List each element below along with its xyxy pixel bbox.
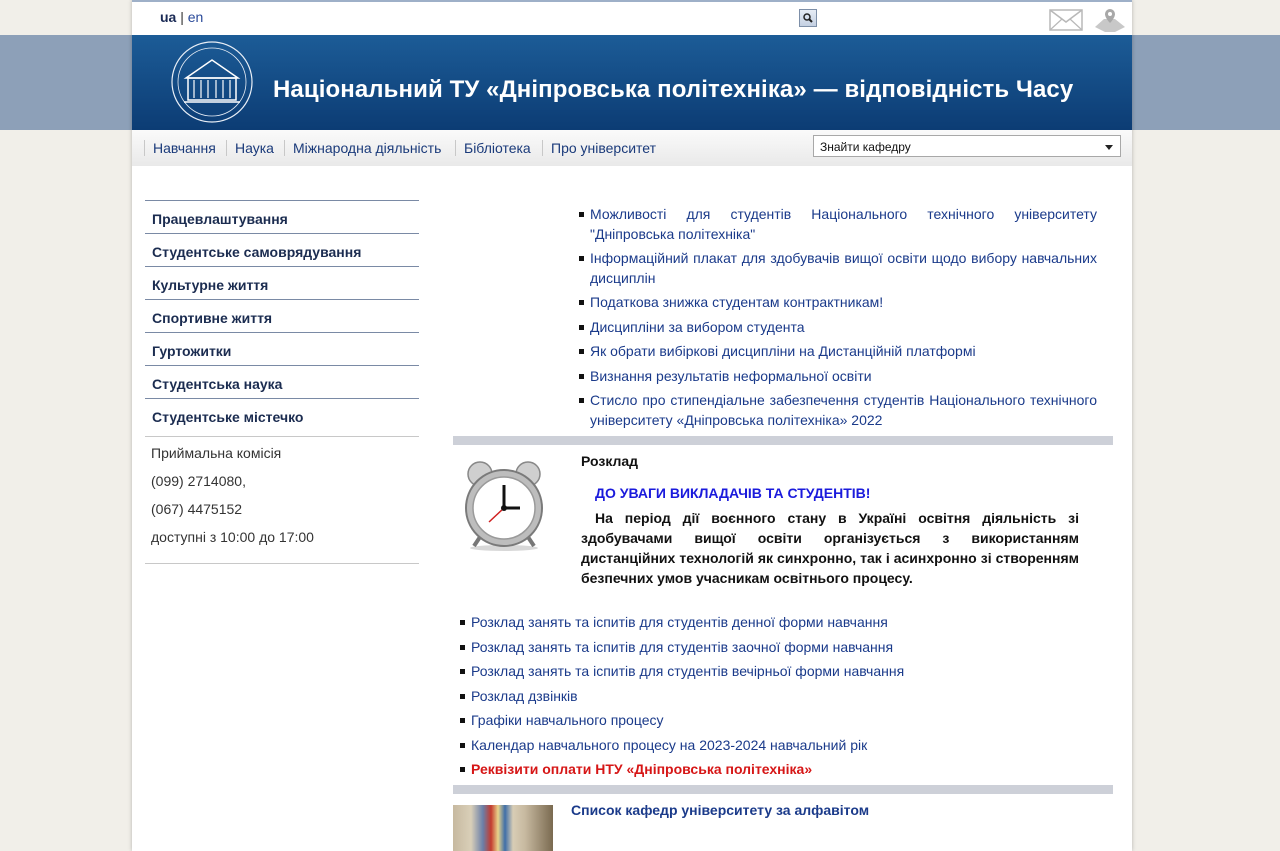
schedule-links: Розклад занять та іспитів для студентів … — [459, 613, 1079, 785]
news-item[interactable]: Інформаційний плакат для здобувачів вищо… — [578, 249, 1097, 288]
schedule-link[interactable]: Розклад занять та іспитів для студентів … — [459, 613, 1079, 633]
news-item[interactable]: Можливості для студентів Національного т… — [578, 205, 1097, 244]
notice-heading: ДО УВАГИ ВИКЛАДАЧІВ ТА СТУДЕНТІВ! — [595, 485, 871, 501]
map-icon[interactable] — [1093, 7, 1127, 33]
department-select-value: Знайти кафедру — [820, 140, 911, 154]
department-search-select[interactable]: Знайти кафедру — [813, 135, 1121, 157]
news-list: Можливості для студентів Національного т… — [578, 205, 1097, 435]
news-item[interactable]: Визнання результатів неформальної освіти — [578, 367, 1097, 387]
nav-item-study[interactable]: Навчання — [144, 140, 216, 156]
university-seal-logo[interactable] — [160, 38, 264, 126]
schedule-link[interactable]: Календар навчального процесу на 2023-202… — [459, 736, 1079, 756]
schedule-link[interactable]: Розклад занять та іспитів для студентів … — [459, 638, 1079, 658]
lang-en-link[interactable]: en — [188, 9, 204, 25]
sidebar-item-self-government[interactable]: Студентське самоврядування — [145, 233, 419, 266]
lang-ua-link[interactable]: ua — [160, 9, 176, 25]
top-bar: ua | en — [132, 0, 1132, 35]
departments-list-link[interactable]: Список кафедр університету за алфавітом — [571, 802, 869, 818]
sidebar: Працевлаштування Студентське самоврядува… — [145, 200, 419, 564]
mail-icon[interactable] — [1049, 9, 1083, 31]
nav-item-science[interactable]: Наука — [226, 140, 274, 156]
admissions-info: Приймальна комісія (099) 2714080, (067) … — [145, 436, 419, 564]
admissions-phone-2: (067) 4475152 — [151, 501, 243, 517]
notice-body: На період дії воєнного стану в Україні о… — [581, 510, 1079, 586]
news-item[interactable]: Дисципліни за вибором студента — [578, 318, 1097, 338]
alarm-clock-icon — [465, 461, 543, 551]
section-divider — [453, 436, 1113, 445]
site-header: Національний ТУ «Дніпровська політехніка… — [132, 35, 1132, 130]
main-nav: Навчання Наука Міжнародна діяльність Біб… — [132, 130, 1132, 166]
nav-item-about[interactable]: Про університет — [542, 140, 656, 156]
page-container: ua | en Національний ТУ «Дніпровська пол… — [132, 0, 1132, 851]
news-item[interactable]: Податкова знижка студентам контрактникам… — [578, 293, 1097, 313]
sidebar-item-sports[interactable]: Спортивне життя — [145, 299, 419, 332]
nav-item-library[interactable]: Бібліотека — [455, 140, 531, 156]
admissions-phone-1: (099) 2714080, — [151, 473, 246, 489]
admissions-hours: доступні з 10:00 до 17:00 — [151, 529, 314, 545]
schedule-link[interactable]: Розклад дзвінків — [459, 687, 1079, 707]
sidebar-item-culture[interactable]: Культурне життя — [145, 266, 419, 299]
language-switcher: ua | en — [160, 9, 203, 25]
sidebar-item-campus[interactable]: Студентське містечко — [145, 398, 419, 436]
search-button[interactable] — [799, 9, 817, 27]
payment-details-link[interactable]: Реквізити оплати НТУ «Дніпровська політе… — [459, 760, 1079, 780]
news-item[interactable]: Як обрати вибіркові дисципліни на Дистан… — [578, 342, 1097, 362]
admissions-title: Приймальна комісія — [151, 445, 282, 461]
sidebar-item-employment[interactable]: Працевлаштування — [145, 200, 419, 233]
section-divider — [453, 785, 1113, 794]
schedule-link[interactable]: Розклад занять та іспитів для студентів … — [459, 662, 1079, 682]
chevron-down-icon — [1105, 145, 1113, 150]
sidebar-item-science[interactable]: Студентська наука — [145, 365, 419, 398]
search-icon — [803, 13, 813, 23]
nav-item-international[interactable]: Міжнародна діяльність — [284, 140, 441, 156]
stained-glass-image[interactable] — [453, 805, 553, 851]
lang-separator: | — [180, 9, 184, 25]
schedule-title[interactable]: Розклад — [581, 453, 638, 469]
site-title[interactable]: Національний ТУ «Дніпровська політехніка… — [273, 76, 1073, 104]
news-item[interactable]: Стисло про стипендіальне забезпечення ст… — [578, 391, 1097, 430]
schedule-link[interactable]: Графіки навчального процесу — [459, 711, 1079, 731]
sidebar-item-dormitories[interactable]: Гуртожитки — [145, 332, 419, 365]
